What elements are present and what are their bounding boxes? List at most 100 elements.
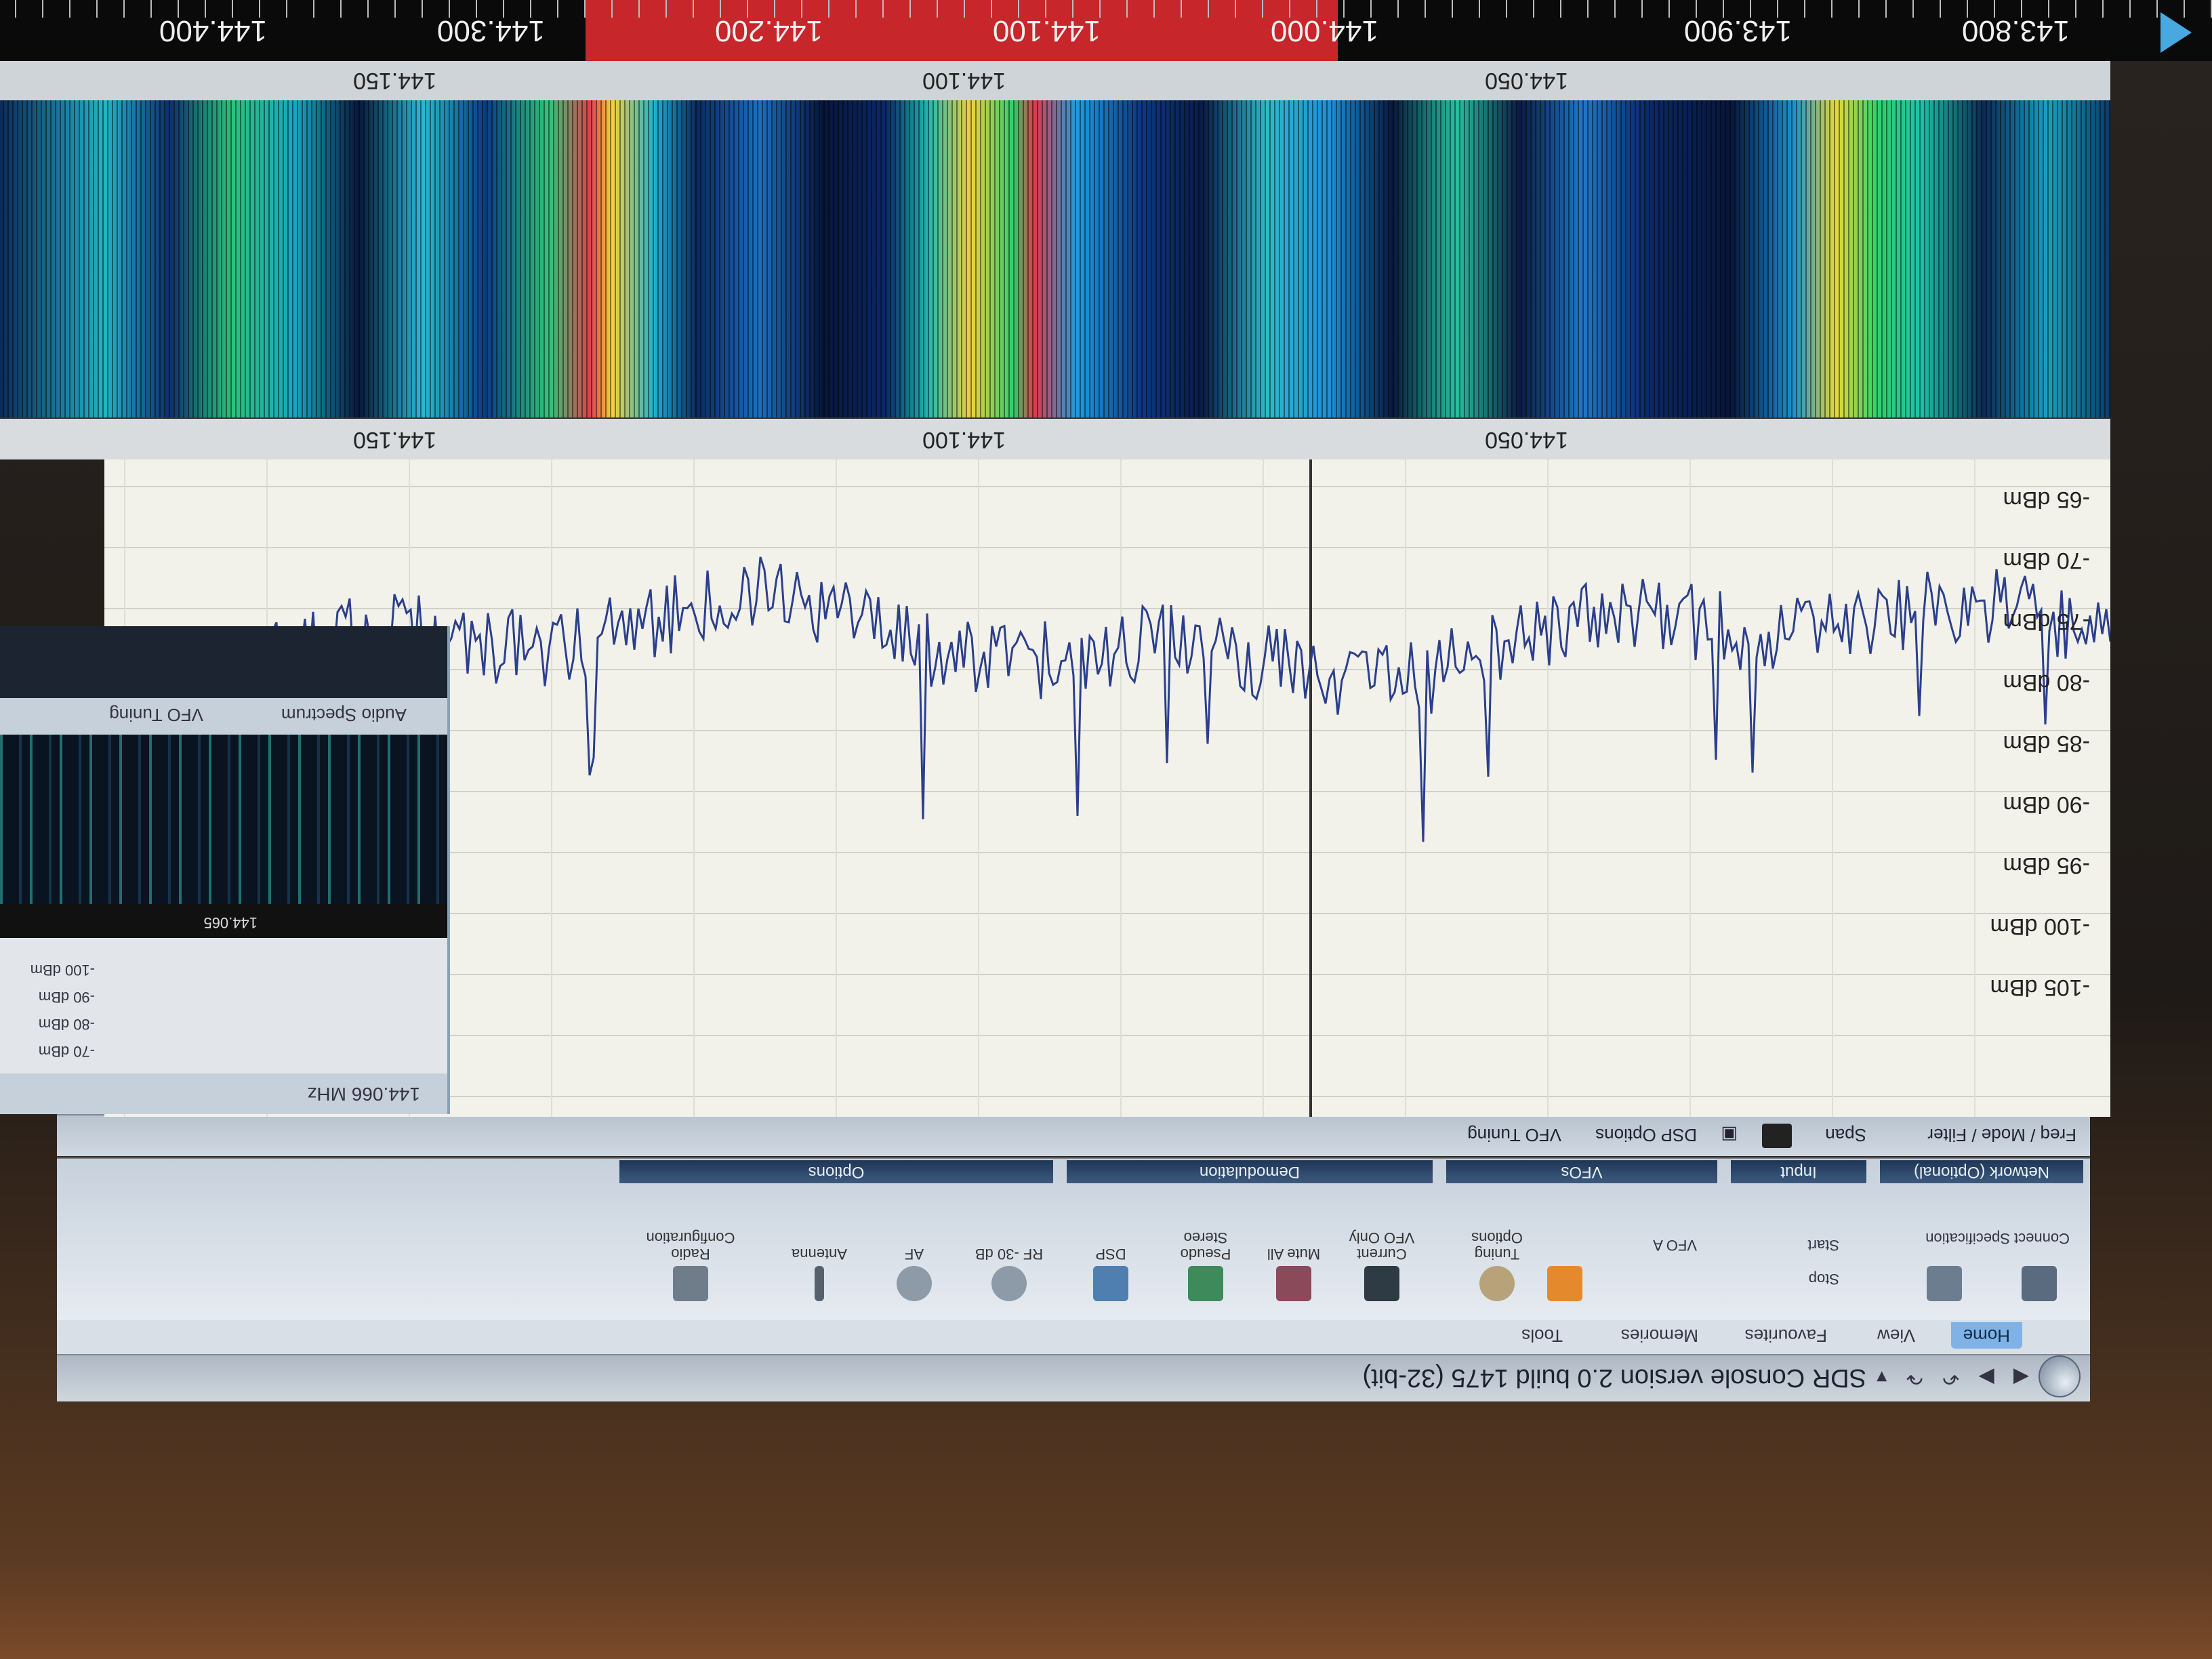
vfo-add-button[interactable] [1528, 1262, 1602, 1301]
spectrum-freq-144150: 144.150 [353, 427, 436, 453]
laptop-screen: ◀ ▶ ↶ ↷ ▾ SDR Console version 2.0 build … [0, 0, 2212, 1659]
input-group-label: Input [1731, 1160, 1866, 1183]
audio-panel: 144.066 MHz -70 dBm -80 dBm -90 dBm -100… [0, 626, 450, 1114]
vfo-freq-144100: 144.100 [992, 14, 1101, 47]
app-menu-orb-icon[interactable] [2039, 1355, 2081, 1397]
mute-all-button[interactable]: Mute All [1256, 1246, 1331, 1301]
vfo-freq-144400: 144.400 [159, 14, 267, 47]
demod-group-label: Demodulation [1067, 1160, 1433, 1183]
vfo-tuning-tab[interactable]: VFO Tuning [1467, 1124, 1561, 1145]
tab-favourites[interactable]: Favourites [1733, 1322, 1839, 1349]
network-icon [2022, 1266, 2057, 1301]
network-settings-icon [1927, 1266, 1962, 1301]
lock-icon[interactable]: ▣ [1721, 1124, 1738, 1145]
rf-gain-button[interactable]: RF -30 dB [972, 1246, 1046, 1301]
dbm-label-80: -80 dBm [2003, 670, 2091, 695]
audio-freq-label: 144.065 [203, 914, 258, 931]
dbm-label-65: -65 dBm [2003, 487, 2091, 512]
input-stop-button[interactable]: Stop [1809, 1270, 1839, 1288]
waterfall-freq-144150: 144.150 [353, 68, 436, 94]
vfo-freq-144000: 144.000 [1270, 14, 1378, 47]
quick-access-toolbar[interactable]: ◀ ▶ ↶ ↷ ▾ [1870, 1366, 2029, 1389]
wrench-icon [673, 1266, 708, 1301]
speaker-icon [1364, 1266, 1399, 1301]
group-options: RF -30 dB AF Antenna Radio Configuration… [619, 1160, 1053, 1315]
group-input: Stop Start Input [1731, 1160, 1866, 1315]
spectrum-frequency-scale: 144.050 144.100 144.150 [0, 419, 2110, 459]
network-connect-button[interactable] [2002, 1262, 2076, 1301]
ribbon-tabs: Home View Favourites Memories Tools [57, 1320, 2090, 1354]
photo-background: ◀ ▶ ↶ ↷ ▾ SDR Console version 2.0 build … [0, 0, 2212, 1659]
ribbon: Connect Specification Network (Optional)… [57, 1158, 2090, 1320]
vfo-tick-marks [0, 0, 2212, 18]
scroll-left-arrow-icon[interactable] [2160, 12, 2192, 53]
dbm-label-75: -75 dBm [2003, 609, 2091, 634]
options-group-label: Options [619, 1160, 1053, 1183]
vfo-tuning-bar[interactable]: 143.800 143.900 144.000 144.100 144.200 … [0, 0, 2212, 61]
dbm-label-70: -70 dBm [2003, 548, 2091, 573]
vfo-group-label: VFOs [1446, 1160, 1717, 1183]
group-network: Connect Specification Network (Optional) [1880, 1160, 2083, 1315]
waterfall-frequency-scale: 144.050 144.100 144.150 [0, 61, 2110, 100]
current-vfo-only-button[interactable]: Current VFO Only [1345, 1229, 1419, 1301]
af-knob-icon [897, 1266, 932, 1301]
tuning-options-button[interactable]: Tuning Options [1460, 1229, 1534, 1301]
dsp-button[interactable]: DSP [1073, 1246, 1148, 1301]
vfo-a-button[interactable]: VFO A [1653, 1236, 1697, 1254]
audio-freq-strip: 144.065 [0, 904, 447, 938]
dbm-label-100: -100 dBm [1990, 914, 2090, 939]
antenna-icon [815, 1266, 824, 1301]
span-dropdown[interactable]: Span [1825, 1124, 1866, 1145]
group-vfos: VFO A Tuning Options VFOs [1446, 1160, 1717, 1315]
tab-memories[interactable]: Memories [1609, 1322, 1711, 1349]
title-bar: ◀ ▶ ↶ ↷ ▾ SDR Console version 2.0 build … [57, 1354, 2090, 1401]
audio-dbm-80: -80 dBm [38, 1016, 95, 1033]
vfo-freq-143900: 143.900 [1683, 14, 1792, 47]
connect-spec-label: Connect Specification [1925, 1230, 2070, 1247]
audio-freq-readout: 144.066 MHz [307, 1084, 420, 1105]
tuning-knob-icon [1479, 1266, 1515, 1301]
stereo-icon [1188, 1266, 1223, 1301]
window-title: SDR Console version 2.0 build 1475 (32-b… [1362, 1364, 1866, 1392]
vfo-freq-143800: 143.800 [1961, 14, 2070, 47]
waterfall-display[interactable] [0, 100, 2110, 419]
vfo-freq-144200: 144.200 [714, 14, 823, 47]
tab-view[interactable]: View [1865, 1322, 1927, 1349]
dsp-options-tab[interactable]: DSP Options [1595, 1124, 1697, 1145]
waterfall-freq-144050: 144.050 [1485, 68, 1568, 94]
vfo-add-icon [1547, 1266, 1582, 1301]
dbm-label-95: -95 dBm [2003, 853, 2091, 878]
network-settings-button[interactable] [1907, 1262, 1982, 1301]
pseudo-stereo-button[interactable]: Pseudo Stereo [1168, 1229, 1243, 1301]
group-demodulation: Current VFO Only Mute All Pseudo Stereo … [1067, 1160, 1433, 1315]
waterfall-freq-144100: 144.100 [922, 68, 1006, 94]
audio-dbm-90: -90 dBm [38, 989, 95, 1006]
panel-toolbar: Freq / Mode / Filter Span ▣ DSP Options … [57, 1114, 2090, 1156]
tab-home[interactable]: Home [1950, 1322, 2022, 1349]
audio-panel-header: 144.066 MHz [0, 1073, 447, 1114]
vfo-tuning-panel-tab[interactable]: VFO Tuning [109, 704, 203, 725]
spectrum-freq-144100: 144.100 [922, 427, 1006, 453]
dsp-icon [1093, 1266, 1128, 1301]
mute-icon [1276, 1266, 1311, 1301]
af-button[interactable]: AF [877, 1246, 951, 1301]
audio-panel-tabs: Audio Spectrum VFO Tuning [0, 698, 447, 735]
rf-knob-icon [991, 1266, 1027, 1301]
vfo-freq-144300: 144.300 [436, 14, 545, 47]
freq-mode-filter-tab[interactable]: Freq / Mode / Filter [1927, 1124, 2076, 1145]
radio-configuration-button[interactable]: Radio Configuration [633, 1229, 748, 1301]
antenna-button[interactable]: Antenna [782, 1246, 857, 1301]
network-group-label: Network (Optional) [1880, 1160, 2083, 1183]
input-start-button[interactable]: Start [1808, 1236, 1839, 1254]
dbm-label-105: -105 dBm [1990, 975, 2090, 1000]
audio-waterfall [0, 735, 447, 904]
tab-tools[interactable]: Tools [1509, 1322, 1575, 1349]
audio-level-meter: -70 dBm -80 dBm -90 dBm -100 dBm [0, 938, 447, 1073]
view-a-button[interactable] [1762, 1124, 1792, 1148]
dbm-label-90: -90 dBm [2003, 792, 2091, 817]
dbm-label-85: -85 dBm [2003, 731, 2091, 756]
audio-spectrum-tab[interactable]: Audio Spectrum [281, 704, 407, 725]
audio-dbm-100: -100 dBm [30, 962, 95, 979]
spectrum-freq-144050: 144.050 [1485, 427, 1568, 453]
audio-dbm-70: -70 dBm [38, 1043, 95, 1060]
